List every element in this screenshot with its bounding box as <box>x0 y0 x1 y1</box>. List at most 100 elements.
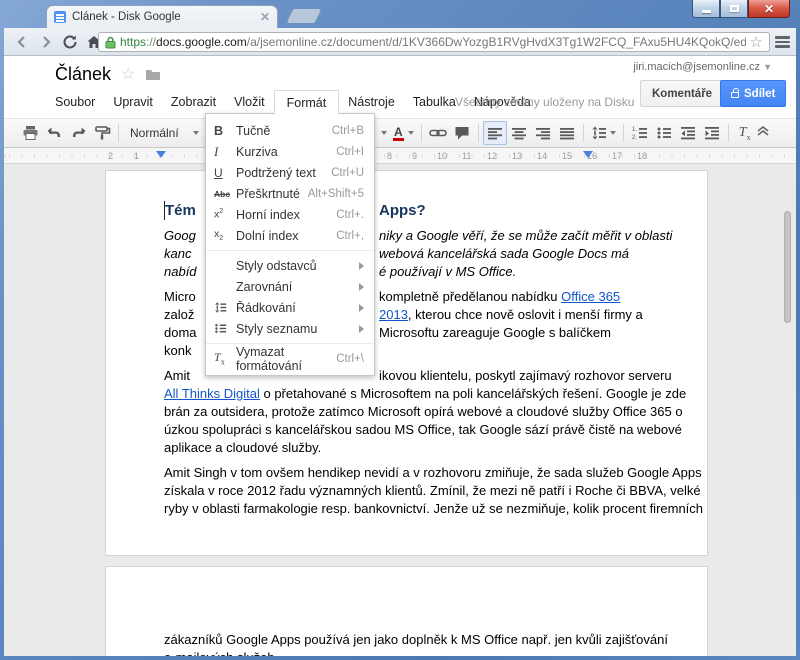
bulleted-list-button[interactable] <box>652 121 676 145</box>
font-size-dropdown-arrow[interactable] <box>381 131 387 135</box>
menu-item-shortcut: Ctrl+I <box>336 146 364 158</box>
forward-button[interactable] <box>34 30 58 54</box>
paint-format-icon <box>94 125 111 141</box>
bookmark-star-icon[interactable]: ☆ <box>750 35 763 50</box>
text-line: zákazníků Google Apps používá jen jako d… <box>164 631 669 649</box>
chevron-down-icon <box>610 131 616 135</box>
page-1[interactable]: TémApps?Googniky a Google věří, že se mů… <box>105 170 708 556</box>
ruler-number: 15 <box>562 151 572 161</box>
back-button[interactable] <box>10 30 34 54</box>
menu-item-list-styles[interactable]: Styly seznamu <box>206 318 374 339</box>
link[interactable]: 2013 <box>379 307 408 322</box>
close-button[interactable]: ✕ <box>748 0 790 18</box>
menu-item-underline[interactable]: UPodtržený textCtrl+U <box>206 162 374 183</box>
paragraph: Amitikovou klientelu, poskytl zajímavý r… <box>164 367 669 457</box>
menu-item-clear-formatting[interactable]: TxVymazat formátováníCtrl+\ <box>206 348 374 369</box>
ruler-number: 2 <box>108 151 113 161</box>
comments-button[interactable]: Komentáře <box>640 80 724 107</box>
menu-item-align[interactable]: Zarovnání <box>206 276 374 297</box>
account-email[interactable]: jiri.macich@jsemonline.cz ▼ <box>633 61 772 73</box>
submenu-arrow-icon <box>359 325 364 333</box>
line-spacing-button[interactable] <box>588 121 619 145</box>
menu-vložit[interactable]: Vložit <box>225 90 274 114</box>
link[interactable]: All Thinks Digital <box>164 386 260 401</box>
align-center-button[interactable] <box>507 121 531 145</box>
menu-zobrazit[interactable]: Zobrazit <box>162 90 225 114</box>
numbered-list-button[interactable]: 1.2. <box>628 121 652 145</box>
paragraph: Amit Singh v tom ovšem hendikep nevidí a… <box>164 464 669 518</box>
menu-soubor[interactable]: Soubor <box>46 90 104 114</box>
left-indent-marker[interactable] <box>156 151 166 158</box>
justify-button[interactable] <box>555 121 579 145</box>
menu-item-line-spacing[interactable]: Řádkování <box>206 297 374 318</box>
folder-icon[interactable] <box>145 68 161 81</box>
decrease-indent-button[interactable] <box>676 121 700 145</box>
text-span: brán za outsidera, protože zatímco Micro… <box>164 404 683 419</box>
menu-item-label: Tučně <box>236 124 332 138</box>
redo-button[interactable] <box>66 121 90 145</box>
ruler[interactable]: 2189101112131415161718 <box>4 148 796 164</box>
chrome-menu-button[interactable] <box>775 36 790 48</box>
new-tab-button[interactable] <box>287 9 322 23</box>
menu-item-subscript[interactable]: x2Dolní indexCtrl+, <box>206 225 374 246</box>
italic-icon: I <box>214 144 236 160</box>
menu-upravit[interactable]: Upravit <box>104 90 162 114</box>
paint-format-button[interactable] <box>90 121 114 145</box>
double-chevron-up-icon <box>756 124 770 138</box>
share-button[interactable]: Sdílet <box>720 80 786 107</box>
collapse-toolbar-button[interactable] <box>756 124 770 143</box>
align-right-button[interactable] <box>531 121 555 145</box>
menu-item-label: Vymazat formátování <box>236 345 336 373</box>
menu-item-shortcut: Ctrl+. <box>336 209 364 221</box>
redo-icon <box>70 125 87 141</box>
tab-close-icon[interactable]: ✕ <box>260 12 270 22</box>
bulleted-list-icon <box>656 125 672 141</box>
text-span: webová kancelářská sada Google Docs má <box>379 246 629 261</box>
docs-toolbar: Normální A <box>4 118 796 148</box>
maximize-button[interactable] <box>720 0 748 18</box>
align-left-button[interactable] <box>483 121 507 145</box>
text-line: Amit Singh v tom ovšem hendikep nevidí a… <box>164 464 669 482</box>
clear-formatting-button[interactable]: Tx <box>733 121 757 145</box>
document-title[interactable]: Článek <box>55 64 111 85</box>
undo-icon <box>46 125 63 141</box>
menu-item-bold[interactable]: BTučněCtrl+B <box>206 120 374 141</box>
link[interactable]: Office 365 <box>561 289 620 304</box>
reload-button[interactable] <box>58 30 82 54</box>
ruler-number: 17 <box>612 151 622 161</box>
url-bar[interactable]: https://docs.google.com/a/jsemonline.cz/… <box>98 32 770 52</box>
insert-comment-button[interactable] <box>450 121 474 145</box>
menu-item-strikethrough[interactable]: AbcPřeškrtnutéAlt+Shift+5 <box>206 183 374 204</box>
menu-item-superscript[interactable]: x2Horní indexCtrl+. <box>206 204 374 225</box>
menu-formát[interactable]: Formát <box>274 90 340 114</box>
insert-link-button[interactable] <box>426 121 450 145</box>
text-color-button[interactable]: A <box>390 121 417 145</box>
print-button[interactable] <box>18 121 42 145</box>
justify-icon <box>559 125 575 141</box>
style-selector-value: Normální <box>130 126 179 140</box>
strike-icon: Abc <box>214 189 236 199</box>
undo-button[interactable] <box>42 121 66 145</box>
right-indent-marker[interactable] <box>583 151 593 158</box>
save-status[interactable]: Všechny změny uloženy na Disku <box>455 95 634 109</box>
sup-icon: x2 <box>214 208 236 221</box>
text-span: é používají v MS Office. <box>379 264 516 279</box>
star-document-icon[interactable]: ☆ <box>121 64 135 84</box>
minimize-button[interactable] <box>692 0 720 18</box>
vertical-scrollbar-thumb[interactable] <box>784 211 791 323</box>
clear-formatting-icon: Tx <box>739 125 751 142</box>
align-left-icon <box>487 125 503 141</box>
browser-tab[interactable]: Článek - Disk Google ✕ <box>46 5 278 28</box>
increase-indent-button[interactable] <box>700 121 724 145</box>
menu-item-label: Kurziva <box>236 145 336 159</box>
menu-item-paragraph-styles[interactable]: Styly odstavců <box>206 255 374 276</box>
page-2[interactable]: zákazníků Google Apps používá jen jako d… <box>105 566 708 656</box>
menu-nástroje[interactable]: Nástroje <box>339 90 404 114</box>
menu-item-italic[interactable]: IKurzivaCtrl+I <box>206 141 374 162</box>
paragraph-style-dropdown[interactable]: Normální <box>123 121 206 145</box>
format-menu-popup: BTučněCtrl+BIKurzivaCtrl+IUPodtržený tex… <box>205 113 375 376</box>
url-text: https://docs.google.com/a/jsemonline.cz/… <box>120 35 746 49</box>
print-icon <box>22 125 39 141</box>
chevron-down-icon <box>408 131 414 135</box>
svg-text:2.: 2. <box>632 135 637 141</box>
